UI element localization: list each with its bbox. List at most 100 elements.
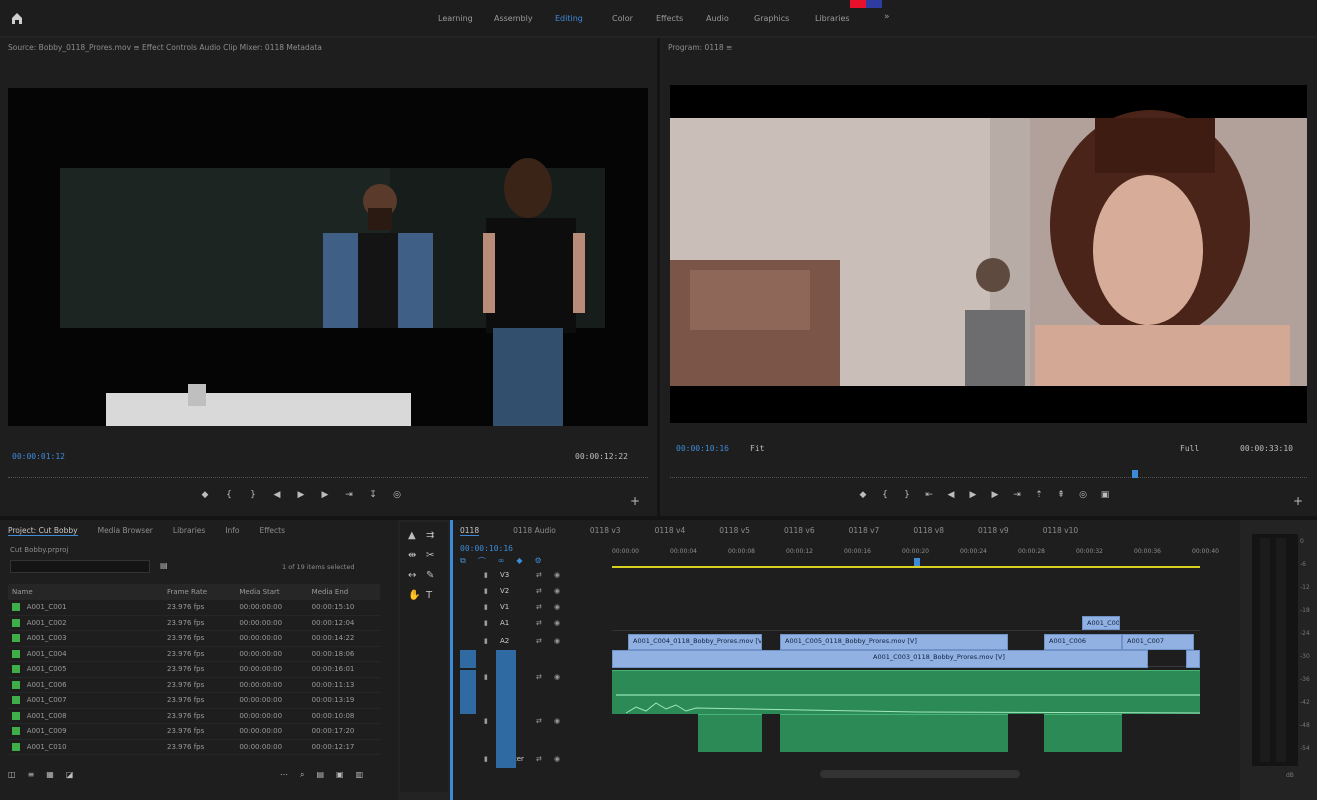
snap-icon[interactable]: ⌒ <box>478 556 486 567</box>
sync-lock-icon[interactable]: ⇄ <box>536 587 542 595</box>
toggle-output-icon[interactable]: ◉ <box>554 571 560 579</box>
new-item-icon[interactable]: ▣ <box>336 770 344 780</box>
source-patch-indicator[interactable] <box>496 650 516 768</box>
audio-clip-a1[interactable] <box>612 670 1200 714</box>
table-row[interactable]: A001_C005 23.976 fps 00:00:00:00 00:00:1… <box>8 661 380 678</box>
table-row[interactable]: A001_C001 23.976 fps 00:00:00:00 00:00:1… <box>8 599 380 616</box>
col-media-start[interactable]: Media Start <box>235 584 308 600</box>
sequence-tab[interactable]: 0118 v3 <box>590 526 621 536</box>
nest-icon[interactable]: ⧉ <box>460 556 466 567</box>
program-timecode-in[interactable]: 00:00:10:16 <box>676 444 729 453</box>
overwrite-icon[interactable]: ↧ <box>368 490 378 500</box>
table-row[interactable]: A001_C006 23.976 fps 00:00:00:00 00:00:1… <box>8 677 380 693</box>
new-bin-icon[interactable]: ▤ <box>160 561 168 570</box>
table-row[interactable]: A001_C009 23.976 fps 00:00:00:00 00:00:1… <box>8 723 380 740</box>
col-frame-rate[interactable]: Frame Rate <box>163 584 236 600</box>
table-row[interactable]: A001_C002 23.976 fps 00:00:00:00 00:00:1… <box>8 615 380 631</box>
lock-icon[interactable]: ◫ <box>8 770 16 779</box>
selection-tool-icon[interactable]: ▲ <box>408 530 416 541</box>
play-icon[interactable]: ▶ <box>296 490 306 500</box>
track-header-a4[interactable]: ▮ A4 ⇄ ◉ <box>474 714 606 731</box>
track-lock-icon[interactable]: ▮ <box>484 587 488 595</box>
program-playhead[interactable] <box>1132 470 1138 478</box>
color-label-icon[interactable] <box>12 696 20 705</box>
slip-tool-icon[interactable]: ↔ <box>408 570 416 581</box>
track-lock-icon[interactable]: ▮ <box>484 717 488 725</box>
toggle-output-icon[interactable]: ◉ <box>554 717 560 725</box>
track-header-v3[interactable]: ▮ V3 ⇄ ◉ <box>474 568 606 585</box>
pen-tool-icon[interactable]: ✎ <box>426 570 434 581</box>
source-monitor-header[interactable]: Source: Bobby_0118_Prores.mov ≡ Effect C… <box>0 38 657 54</box>
color-label-icon[interactable] <box>12 603 20 612</box>
extract-icon[interactable]: ⇞ <box>1056 490 1066 500</box>
toggle-output-icon[interactable]: ◉ <box>554 637 560 645</box>
workspace-tab-color[interactable]: Color <box>612 14 633 23</box>
insert-icon[interactable]: ⇥ <box>344 490 354 500</box>
goto-in-icon[interactable]: ⇤ <box>924 490 934 500</box>
color-label-icon[interactable] <box>12 711 20 720</box>
marker-icon[interactable]: ◆ <box>200 490 210 500</box>
source-timecode-in[interactable]: 00:00:01:12 <box>12 452 65 461</box>
source-add-button-icon[interactable]: + <box>630 494 640 508</box>
track-header-a3[interactable]: ▮ A3 ⇄ ◉ <box>474 670 606 687</box>
table-row[interactable]: A001_C010 23.976 fps 00:00:00:00 00:00:1… <box>8 739 380 755</box>
tab-effects[interactable]: Effects <box>260 526 286 536</box>
sequence-tab[interactable]: 0118 v10 <box>1043 526 1078 536</box>
sync-lock-icon[interactable]: ⇄ <box>536 637 542 645</box>
find-icon[interactable]: ⌕ <box>300 770 304 780</box>
sync-lock-icon[interactable]: ⇄ <box>536 717 542 725</box>
color-label-icon[interactable] <box>12 618 20 627</box>
table-row[interactable]: A001_C008 23.976 fps 00:00:00:00 00:00:1… <box>8 708 380 724</box>
timeline-playhead[interactable] <box>914 558 920 566</box>
program-fit-select[interactable]: Fit <box>750 444 764 453</box>
hand-tool-icon[interactable]: ✋ <box>408 590 420 601</box>
track-header-v1[interactable]: ▮ V1 ⇄ ◉ <box>474 600 606 617</box>
track-lock-icon[interactable]: ▮ <box>484 673 488 681</box>
timeline-ruler[interactable]: 00:00:00 00:00:04 00:00:08 00:00:12 00:00:16… <box>612 548 1219 558</box>
step-back-icon[interactable]: ◀ <box>272 490 282 500</box>
type-tool-icon[interactable]: T <box>426 590 432 601</box>
linked-selection-icon[interactable]: ∞ <box>498 556 505 567</box>
mark-in-icon[interactable]: { <box>224 490 234 500</box>
audio-clip-a2[interactable] <box>698 714 762 752</box>
audio-clip-a2[interactable] <box>1044 714 1122 752</box>
marker-icon[interactable]: ◆ <box>858 490 868 500</box>
workspace-tab-graphics[interactable]: Graphics <box>754 14 789 23</box>
color-label-icon[interactable] <box>12 727 20 736</box>
col-media-end[interactable]: Media End <box>307 584 380 600</box>
workspace-tab-effects[interactable]: Effects <box>656 14 683 23</box>
program-ruler[interactable] <box>670 472 1307 478</box>
sequence-tab[interactable]: 0118 v9 <box>978 526 1009 536</box>
timeline-horizontal-scrollbar[interactable] <box>820 770 1020 778</box>
track-header-master[interactable]: ▮ Master ⇄ ◉ <box>474 752 606 769</box>
toggle-output-icon[interactable]: ◉ <box>554 673 560 681</box>
sequence-tab[interactable]: 0118 <box>460 526 480 536</box>
sequence-tab[interactable]: 0118 v7 <box>849 526 880 536</box>
tab-libraries[interactable]: Libraries <box>173 526 205 536</box>
timeline-timecode[interactable]: 00:00:10:16 <box>460 544 513 553</box>
clip-v3[interactable]: A001_C001 <box>1082 616 1120 630</box>
source-patch-indicator[interactable] <box>460 650 476 668</box>
step-forward-icon[interactable]: ▶ <box>320 490 330 500</box>
step-back-icon[interactable]: ◀ <box>946 490 956 500</box>
track-header-a2[interactable]: ▮ A2 ⇄ ◉ <box>474 634 606 651</box>
sequence-tab[interactable]: 0118 Audio <box>513 526 556 536</box>
razor-tool-icon[interactable]: ✂ <box>426 550 434 561</box>
clip-v1[interactable]: A001_C007 <box>1122 634 1194 650</box>
color-label-icon[interactable] <box>12 680 20 689</box>
track-lock-icon[interactable]: ▮ <box>484 755 488 763</box>
track-lock-icon[interactable]: ▮ <box>484 571 488 579</box>
goto-out-icon[interactable]: ⇥ <box>1012 490 1022 500</box>
tab-media-browser[interactable]: Media Browser <box>98 526 153 536</box>
workspace-tab-learning[interactable]: Learning <box>438 14 473 23</box>
source-patch-indicator[interactable] <box>460 670 476 714</box>
track-select-icon[interactable]: ⇉ <box>426 530 434 541</box>
mark-out-icon[interactable]: } <box>902 490 912 500</box>
audio-clip-a2[interactable] <box>780 714 1008 752</box>
ripple-edit-icon[interactable]: ⇹ <box>408 550 416 561</box>
workspace-more-button[interactable]: » <box>884 12 890 22</box>
toggle-output-icon[interactable]: ◉ <box>554 603 560 611</box>
table-row[interactable]: A001_C007 23.976 fps 00:00:00:00 00:00:1… <box>8 692 380 709</box>
workspace-tab-audio[interactable]: Audio <box>706 14 729 23</box>
clip-v1-lower[interactable]: A001_C003_0118_Bobby_Prores.mov [V] <box>612 650 1148 668</box>
